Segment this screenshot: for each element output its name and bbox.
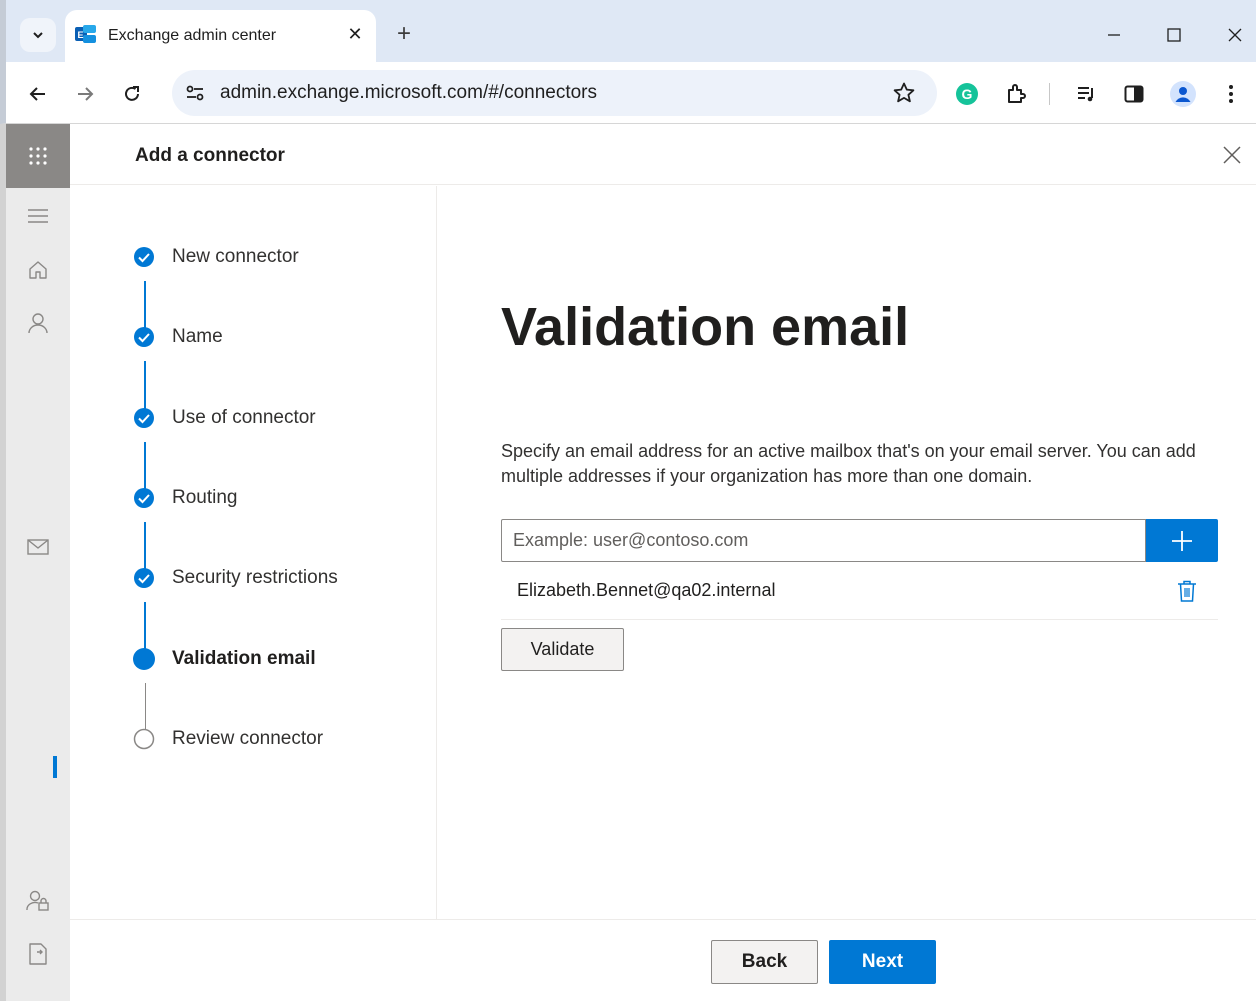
step-label: Validation email [172, 648, 316, 669]
step-new-connector: New connector [132, 245, 432, 269]
close-icon[interactable] [1220, 143, 1244, 167]
checkmark-circle-icon [134, 488, 154, 508]
migration-icon[interactable] [24, 940, 52, 968]
back-arrow-icon[interactable] [24, 80, 52, 108]
tab-search-button[interactable] [20, 18, 56, 52]
step-use-of-connector: Use of connector [132, 406, 432, 430]
list-item: Elizabeth.Bennet@qa02.internal [501, 572, 1218, 620]
email-field[interactable] [501, 519, 1146, 562]
site-info-icon[interactable] [182, 81, 208, 105]
checkmark-circle-icon [134, 327, 154, 347]
address-bar[interactable]: admin.exchange.microsoft.com/#/connector… [172, 70, 937, 116]
waffle-icon [29, 147, 47, 165]
step-description: Specify an email address for an active m… [501, 441, 1196, 486]
checkmark-circle-icon [134, 247, 154, 267]
checkmark-circle-icon [134, 568, 154, 588]
svg-text:G: G [962, 86, 973, 102]
profile-avatar-icon[interactable] [1169, 80, 1197, 108]
browser-tab[interactable]: E Exchange admin center ✕ [65, 10, 376, 62]
tab-title: Exchange admin center [108, 27, 277, 44]
panel-header: Add a connector [70, 124, 1256, 185]
reload-icon[interactable] [118, 80, 146, 108]
step-label: New connector [172, 246, 299, 267]
email-address: Elizabeth.Bennet@qa02.internal [517, 580, 776, 600]
browser-toolbar: admin.exchange.microsoft.com/#/connector… [0, 62, 1256, 124]
step-routing: Routing [132, 486, 432, 510]
toolbar-divider [1049, 83, 1050, 105]
home-icon[interactable] [24, 256, 52, 284]
step-label: Use of connector [172, 407, 316, 428]
step-review-connector: Review connector [132, 727, 432, 751]
admin-roles-icon[interactable] [24, 887, 52, 915]
step-label: Name [172, 326, 223, 347]
mail-icon[interactable] [24, 533, 52, 561]
url-text: admin.exchange.microsoft.com/#/connector… [220, 82, 598, 103]
add-email-button[interactable] [1146, 519, 1218, 562]
panel-title: Add a connector [135, 145, 285, 166]
media-controls-icon[interactable] [1072, 80, 1100, 108]
empty-circle-icon [133, 728, 155, 750]
step-security-restrictions: Security restrictions [132, 566, 432, 590]
panel-footer: Back Next [70, 919, 1256, 1001]
maximize-icon[interactable] [1159, 20, 1189, 50]
forward-arrow-icon[interactable] [71, 80, 99, 108]
step-label: Routing [172, 487, 238, 508]
step-name: Name [132, 325, 432, 349]
tab-close-icon[interactable]: ✕ [344, 23, 366, 45]
bookmark-star-icon[interactable] [892, 81, 916, 105]
extensions-puzzle-icon[interactable] [1002, 80, 1030, 108]
step-validation-email: Validation email [132, 647, 432, 671]
person-icon[interactable] [24, 309, 52, 337]
svg-text:E: E [78, 30, 84, 40]
hamburger-menu-icon[interactable] [24, 202, 52, 230]
minimize-icon[interactable] [1099, 20, 1129, 50]
plus-icon [1172, 530, 1192, 551]
trash-icon[interactable] [1176, 579, 1198, 603]
page-title: Validation email [501, 297, 910, 357]
add-connector-panel: Add a connector New connector Name Use o… [70, 124, 1256, 1001]
exchange-logo-icon: E [75, 25, 96, 43]
left-nav-rail [0, 124, 70, 1001]
grammarly-extension-icon[interactable]: G [953, 80, 981, 108]
browser-menu-icon[interactable] [1217, 80, 1245, 108]
close-window-icon[interactable] [1220, 20, 1250, 50]
step-label: Review connector [172, 728, 324, 749]
side-panel-icon[interactable] [1120, 80, 1148, 108]
app-launcher-button[interactable] [6, 124, 70, 188]
nav-selection-marker [53, 756, 57, 778]
new-tab-icon[interactable]: + [391, 22, 417, 48]
step-content: Validation email Specify an email addres… [501, 186, 1231, 919]
current-step-dot-icon [133, 648, 155, 670]
step-label: Security restrictions [172, 567, 338, 588]
checkmark-circle-icon [134, 408, 154, 428]
wizard-steps: New connector Name Use of connector Rout… [70, 186, 437, 919]
browser-tab-bar: E Exchange admin center ✕ + [0, 0, 1256, 62]
next-button[interactable]: Next [829, 940, 936, 984]
chevron-down-icon [33, 32, 43, 39]
back-button[interactable]: Back [711, 940, 818, 984]
validate-button[interactable]: Validate [501, 628, 624, 671]
